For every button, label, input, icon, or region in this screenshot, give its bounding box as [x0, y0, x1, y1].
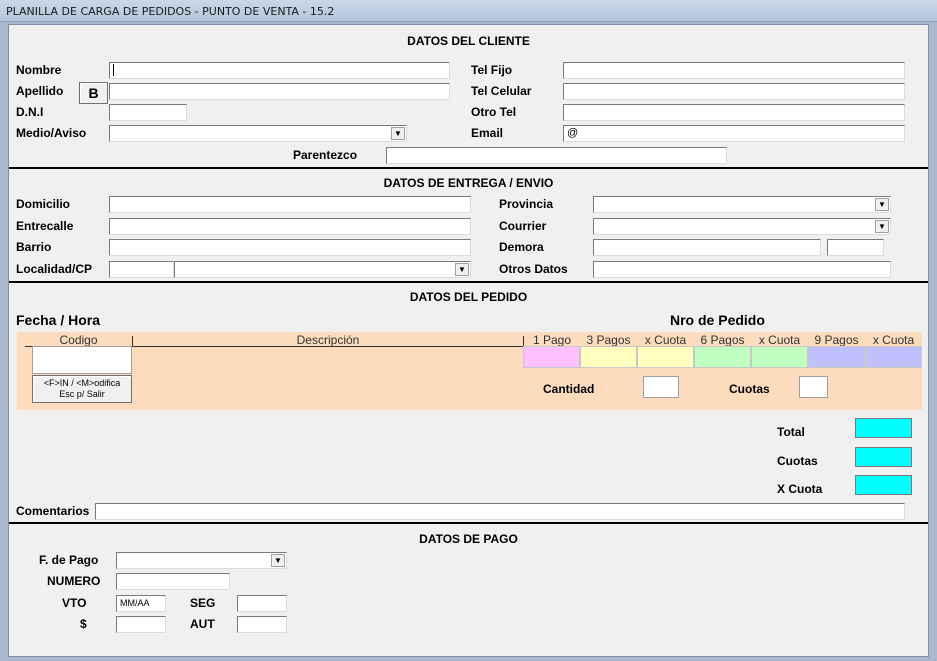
otro-tel-input[interactable] — [563, 104, 905, 121]
col-3-pagos: 3 Pagos — [586, 333, 631, 347]
cantidad-input[interactable] — [643, 376, 679, 398]
courrier-label: Courrier — [499, 219, 547, 233]
section-divider — [9, 167, 928, 169]
email-input[interactable]: @ — [563, 125, 905, 142]
numero-label: NUMERO — [47, 574, 101, 588]
sum-cuotas-label: Cuotas — [777, 454, 818, 468]
col-9-pagos: 9 Pagos — [814, 333, 859, 347]
medio-aviso-select[interactable]: ▼ — [109, 125, 407, 142]
price-x-cuota-9 — [865, 346, 922, 368]
cuotas-input[interactable] — [799, 376, 828, 398]
numero-input[interactable] — [116, 573, 230, 590]
tel-celular-input[interactable] — [563, 83, 905, 100]
forma-pago-select[interactable]: ▼ — [116, 552, 287, 569]
price-9-pagos — [808, 346, 865, 368]
chevron-down-icon[interactable]: ▼ — [391, 127, 405, 140]
section-header-cliente: DATOS DEL CLIENTE — [407, 34, 530, 48]
nombre-label: Nombre — [16, 63, 62, 77]
cuotas-label: Cuotas — [729, 382, 770, 396]
hint-line-1: <F>IN / <M>odifica — [43, 378, 121, 388]
col-1-pago: 1 Pago — [532, 333, 572, 347]
col-codigo: Codigo — [59, 333, 98, 347]
otros-datos-input[interactable] — [593, 261, 891, 278]
parentezco-label: Parentezco — [293, 148, 358, 162]
vto-label: VTO — [62, 596, 87, 610]
price-x-cuota-6 — [751, 346, 808, 368]
provincia-label: Provincia — [499, 197, 554, 211]
col-descripcion: Descripción — [296, 333, 360, 347]
domicilio-input[interactable] — [109, 196, 471, 213]
monto-input[interactable] — [116, 616, 166, 633]
localidad-select[interactable]: ▼ — [174, 261, 471, 278]
entrecalle-label: Entrecalle — [16, 219, 74, 233]
aut-label: AUT — [190, 617, 215, 631]
dni-input[interactable] — [109, 104, 187, 121]
tel-fijo-input[interactable] — [563, 62, 905, 79]
dni-label: D.N.I — [16, 105, 44, 119]
section-header-pago: DATOS DE PAGO — [419, 532, 518, 546]
localidad-cp-label: Localidad/CP — [16, 262, 93, 276]
price-1-pago — [523, 346, 580, 368]
barrio-input[interactable] — [109, 239, 471, 256]
provincia-select[interactable]: ▼ — [593, 196, 891, 213]
seg-label: SEG — [190, 596, 216, 610]
hint-line-2: Esc p/ Salir — [59, 389, 105, 399]
domicilio-label: Domicilio — [16, 197, 71, 211]
price-3-pagos — [580, 346, 637, 368]
section-divider — [9, 281, 928, 283]
col-6-pagos: 6 Pagos — [700, 333, 745, 347]
x-cuota-label: X Cuota — [777, 482, 823, 496]
b-button[interactable]: B — [79, 82, 108, 104]
apellido-input[interactable] — [109, 83, 450, 100]
aut-input[interactable] — [237, 616, 287, 633]
total-value — [855, 418, 912, 438]
chevron-down-icon[interactable]: ▼ — [875, 198, 889, 211]
order-grid-panel: Codigo Descripción 1 Pago 3 Pagos x Cuot… — [17, 332, 922, 410]
chevron-down-icon[interactable]: ▼ — [455, 263, 469, 276]
section-header-pedido: DATOS DEL PEDIDO — [409, 290, 528, 304]
sum-cuotas-value — [855, 447, 912, 467]
form-client-area: DATOS DEL CLIENTE Nombre Apellido B D.N.… — [8, 24, 929, 657]
chevron-down-icon[interactable]: ▼ — [271, 554, 285, 567]
col-x-cuota-3: x Cuota — [644, 333, 687, 347]
monto-label: $ — [80, 617, 87, 631]
codigo-input[interactable] — [32, 346, 132, 374]
col-x-cuota-6: x Cuota — [758, 333, 801, 347]
total-label: Total — [777, 425, 805, 439]
email-label: Email — [471, 126, 504, 140]
otros-datos-label: Otros Datos — [499, 262, 568, 276]
cp-input[interactable] — [109, 261, 174, 278]
cantidad-label: Cantidad — [543, 382, 595, 396]
demora-extra-input[interactable] — [827, 239, 884, 256]
barrio-label: Barrio — [16, 240, 52, 254]
x-cuota-value — [855, 475, 912, 495]
comentarios-label: Comentarios — [16, 504, 90, 518]
nro-pedido-label: Nro de Pedido — [670, 312, 765, 328]
demora-input[interactable] — [593, 239, 821, 256]
tel-fijo-label: Tel Fijo — [471, 63, 513, 77]
medio-aviso-label: Medio/Aviso — [16, 126, 87, 140]
section-header-entrega: DATOS DE ENTREGA / ENVIO — [383, 176, 554, 190]
seg-input[interactable] — [237, 595, 287, 612]
forma-pago-label: F. de Pago — [39, 553, 99, 567]
entrecalle-input[interactable] — [109, 218, 471, 235]
tel-celular-label: Tel Celular — [471, 84, 532, 98]
vto-input[interactable]: MM/AA — [116, 595, 166, 612]
parentezco-input[interactable] — [386, 147, 727, 164]
apellido-label: Apellido — [16, 84, 64, 98]
fecha-hora-label: Fecha / Hora — [16, 312, 101, 328]
nombre-input[interactable] — [109, 62, 450, 79]
window-titlebar[interactable]: PLANILLA DE CARGA DE PEDIDOS - PUNTO DE … — [0, 0, 937, 22]
col-x-cuota-9: x Cuota — [872, 333, 915, 347]
courrier-select[interactable]: ▼ — [593, 218, 891, 235]
comentarios-input[interactable] — [95, 503, 905, 520]
section-divider — [9, 522, 928, 524]
otro-tel-label: Otro Tel — [471, 105, 517, 119]
hint-button[interactable]: <F>IN / <M>odifica Esc p/ Salir — [32, 375, 132, 403]
chevron-down-icon[interactable]: ▼ — [875, 220, 889, 233]
price-x-cuota-3 — [637, 346, 694, 368]
window-title: PLANILLA DE CARGA DE PEDIDOS - PUNTO DE … — [6, 5, 335, 18]
price-6-pagos — [694, 346, 751, 368]
demora-label: Demora — [499, 240, 544, 254]
